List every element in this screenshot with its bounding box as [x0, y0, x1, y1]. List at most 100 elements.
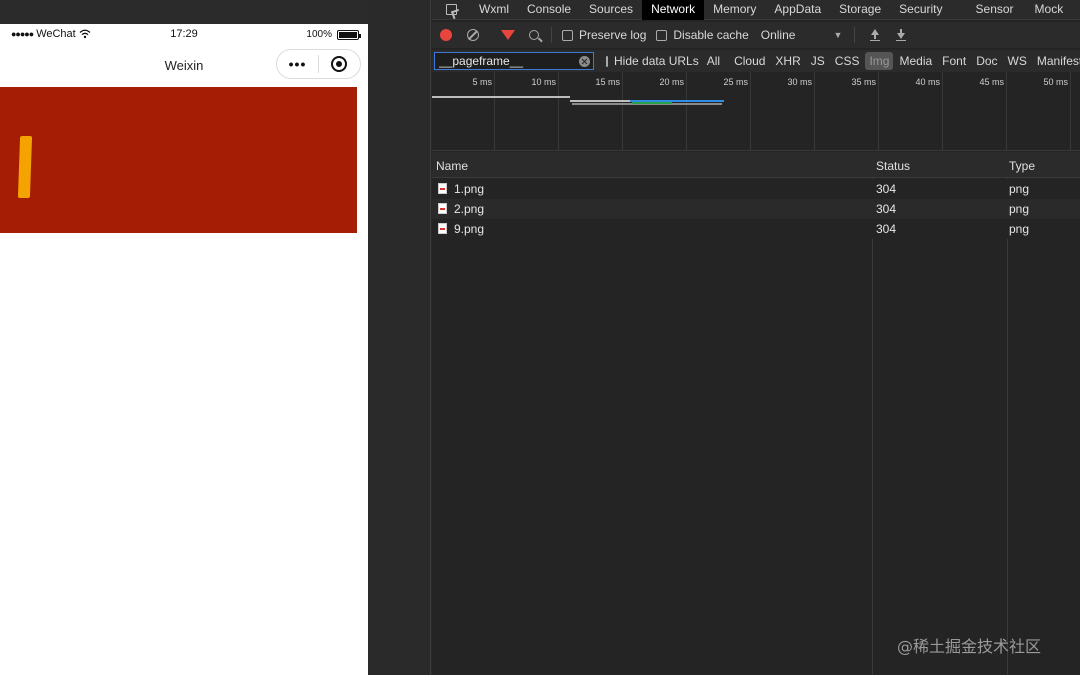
type-filter-xhr[interactable]: XHR	[771, 52, 804, 70]
timeline-gridline	[878, 72, 879, 150]
battery-percent: 100%	[306, 29, 332, 40]
devtools-tabs: Wxml Console Sources Network Memory AppD…	[432, 0, 1080, 20]
type-filter-cloud[interactable]: Cloud	[730, 52, 769, 70]
battery-icon	[337, 29, 361, 40]
target-icon	[331, 56, 348, 72]
image-file-icon	[438, 223, 447, 234]
row-type: png	[1009, 202, 1030, 216]
timeline-request-bar	[432, 96, 570, 98]
banner-image	[0, 87, 357, 233]
type-filter-manifest[interactable]: Manifest	[1033, 52, 1080, 70]
type-filter-media[interactable]: Media	[895, 52, 936, 70]
tab-mock[interactable]: Mock	[1023, 0, 1073, 20]
disable-cache-checkbox[interactable]	[656, 29, 668, 41]
timeline-tick-label: 15 ms	[595, 77, 620, 87]
timeline-gridline	[942, 72, 943, 150]
devtools-panel: Wxml Console Sources Network Memory AppD…	[432, 0, 1080, 675]
timeline-tick-label: 20 ms	[659, 77, 684, 87]
timeline-gridline	[1006, 72, 1007, 150]
type-filter-js[interactable]: JS	[807, 52, 829, 70]
disable-cache-label: Disable cache	[673, 28, 749, 42]
row-status: 304	[876, 222, 897, 236]
type-filter-css[interactable]: CSS	[831, 52, 864, 70]
timeline-tick-label: 30 ms	[787, 77, 812, 87]
timeline-gridline	[1070, 72, 1071, 150]
row-type: png	[1009, 222, 1030, 236]
more-icon[interactable]: •••	[277, 56, 318, 72]
tab-memory[interactable]: Memory	[704, 0, 765, 20]
row-status: 304	[876, 182, 897, 196]
record-button[interactable]	[440, 29, 452, 41]
image-file-icon	[438, 183, 447, 194]
timeline-tick-label: 50 ms	[1043, 77, 1068, 87]
preserve-log-label: Preserve log	[579, 28, 647, 42]
type-filter-all[interactable]: All	[703, 52, 724, 70]
network-toolbar: Preserve log Disable cache Online ▼	[432, 22, 1080, 48]
nav-bar: Weixin •••	[0, 46, 368, 86]
timeline-tick-label: 45 ms	[979, 77, 1004, 87]
tab-wxml[interactable]: Wxml	[470, 0, 518, 20]
type-filter-font[interactable]: Font	[938, 52, 970, 70]
image-file-icon	[438, 203, 447, 214]
tab-sources[interactable]: Sources	[580, 0, 642, 20]
status-bar: ●●●●● WeChat 17:29 100%	[0, 24, 368, 46]
preserve-log-checkbox[interactable]	[562, 29, 573, 41]
hide-data-urls-checkbox[interactable]	[606, 55, 608, 67]
timeline-gridline	[750, 72, 751, 150]
timeline-tick-label: 40 ms	[915, 77, 940, 87]
table-row[interactable]: 1.png 304 png	[432, 179, 1080, 199]
inspect-element-icon[interactable]	[432, 0, 470, 20]
menu-capsule: •••	[276, 49, 361, 79]
timeline-tick-label: 10 ms	[531, 77, 556, 87]
type-filter-ws[interactable]: WS	[1004, 52, 1031, 70]
row-name: 1.png	[454, 182, 485, 196]
close-miniprogram-button[interactable]	[319, 56, 360, 72]
timeline-request-bar	[570, 100, 630, 102]
row-status: 304	[876, 202, 897, 216]
timeline-gridline	[558, 72, 559, 150]
throttle-select[interactable]: Online ▼	[761, 28, 843, 42]
table-row[interactable]: 9.png 304 png	[432, 219, 1080, 239]
toolbar-divider	[854, 27, 856, 43]
timeline-gridline	[814, 72, 815, 150]
timeline-tick-label: 25 ms	[723, 77, 748, 87]
filter-bar: Hide data URLs All Cloud XHR JS CSS Img …	[432, 50, 1080, 72]
column-header-status[interactable]: Status	[876, 159, 910, 173]
row-name: 9.png	[454, 222, 485, 236]
app-root: ●●●●● WeChat 17:29 100% Weixin ••• Wxml …	[0, 0, 1080, 675]
timeline-gridline	[622, 72, 623, 150]
tab-console[interactable]: Console	[518, 0, 580, 20]
row-type: png	[1009, 182, 1030, 196]
timeline-overview[interactable]: 5 ms 10 ms 15 ms 20 ms 25 ms 30 ms 35 ms…	[432, 72, 1080, 151]
filter-input-wrap	[432, 52, 594, 70]
tab-sensor[interactable]: Sensor	[952, 0, 1023, 20]
column-header-type[interactable]: Type	[1009, 159, 1035, 173]
table-row[interactable]: 2.png 304 png	[432, 199, 1080, 219]
filter-input[interactable]	[434, 52, 594, 70]
throttle-value: Online	[760, 28, 796, 42]
type-filter-doc[interactable]: Doc	[972, 52, 1001, 70]
tab-storage[interactable]: Storage	[830, 0, 890, 20]
simulator-phone: ●●●●● WeChat 17:29 100% Weixin •••	[0, 24, 368, 675]
import-har-icon[interactable]	[869, 29, 881, 41]
filter-icon[interactable]	[501, 30, 515, 40]
hide-data-urls-label: Hide data URLs	[614, 54, 699, 68]
export-har-icon[interactable]	[895, 29, 907, 41]
clear-filter-icon[interactable]	[579, 56, 590, 67]
clear-icon[interactable]	[467, 29, 479, 41]
row-name: 2.png	[454, 202, 485, 216]
column-header-name[interactable]: Name	[436, 159, 468, 173]
tab-security[interactable]: Security	[890, 0, 951, 20]
panel-gap	[368, 0, 432, 675]
type-filter-img[interactable]: Img	[865, 52, 894, 70]
tab-appdata[interactable]: AppData	[765, 0, 830, 20]
timeline-gridline	[686, 72, 687, 150]
timeline-tick-label: 5 ms	[472, 77, 492, 87]
timeline-request-bar	[632, 102, 672, 104]
tab-network[interactable]: Network	[642, 0, 705, 20]
timeline-tick-label: 35 ms	[851, 77, 876, 87]
timeline-gridline	[494, 72, 495, 150]
search-icon[interactable]	[529, 30, 539, 40]
requests-table: Name Status Type 1.png 304 png 2.png 304…	[432, 152, 1080, 675]
status-right: 100%	[306, 29, 361, 40]
